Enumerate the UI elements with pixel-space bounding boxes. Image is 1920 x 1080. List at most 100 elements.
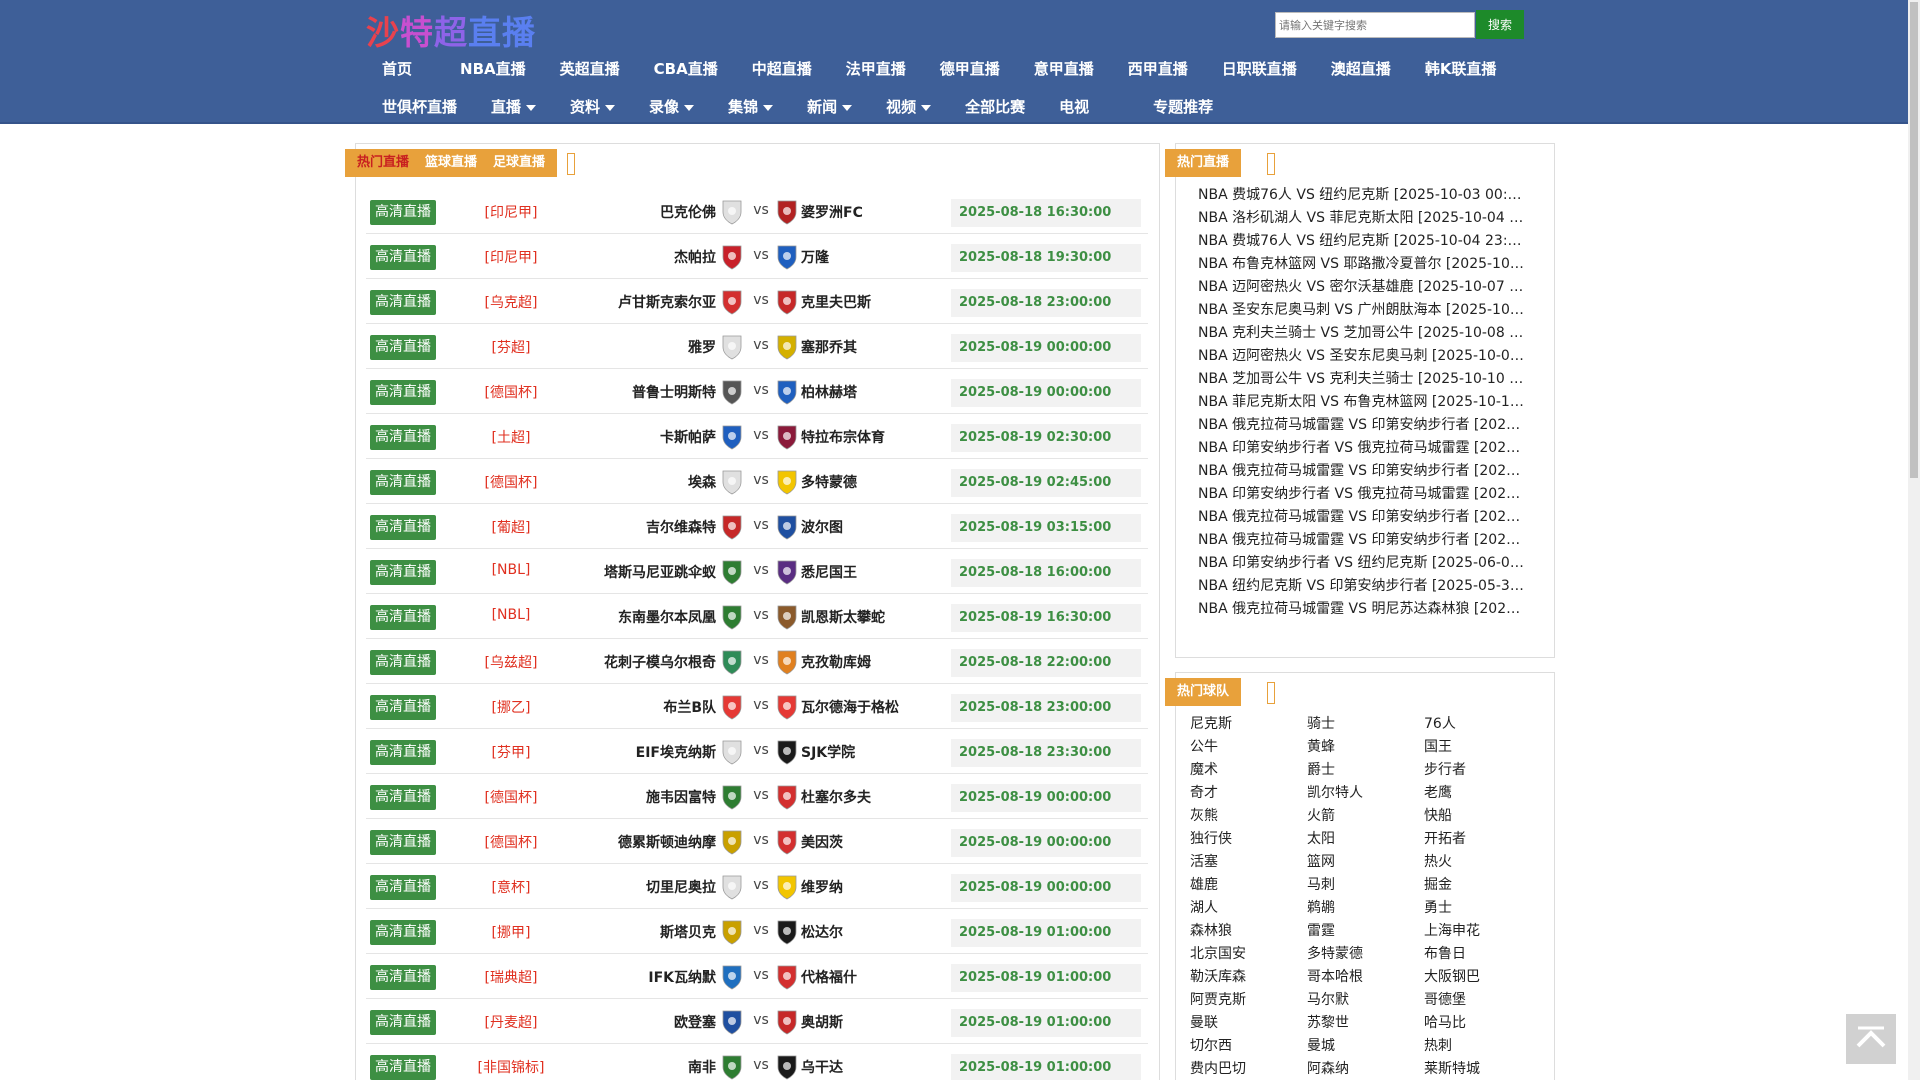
hot-team-link[interactable]: 勒沃库森 xyxy=(1190,966,1307,989)
home-team-logo[interactable] xyxy=(721,1054,743,1080)
hot-team-link[interactable]: 76人 xyxy=(1424,713,1541,736)
away-team-name[interactable]: 多特蒙德 xyxy=(801,472,857,492)
home-team-name[interactable]: 东南墨尔本凤凰 xyxy=(618,607,716,627)
hot-live-item[interactable]: NBA 芝加哥公牛 VS 克利夫兰骑士 [2025-10-10 08:00:00… xyxy=(1198,368,1528,391)
away-team-name[interactable]: 乌干达 xyxy=(801,1057,843,1077)
home-team-name[interactable]: 卢甘斯克索尔亚 xyxy=(618,292,716,312)
away-team-logo[interactable] xyxy=(776,964,798,990)
hot-team-link[interactable]: 国王 xyxy=(1424,736,1541,759)
away-team-name[interactable]: 万隆 xyxy=(801,247,829,267)
hot-team-link[interactable]: 勇士 xyxy=(1424,897,1541,920)
hot-team-link[interactable]: 开拓者 xyxy=(1424,828,1541,851)
hd-live-button[interactable]: 高清直播 xyxy=(370,830,436,855)
nav-link[interactable]: 专题推荐 xyxy=(1153,90,1213,122)
hot-team-link[interactable]: 森林狼 xyxy=(1190,920,1307,943)
home-team-logo[interactable] xyxy=(721,829,743,855)
back-to-top-button[interactable] xyxy=(1846,1014,1896,1064)
away-team-logo[interactable] xyxy=(776,469,798,495)
away-team-name[interactable]: 维罗纳 xyxy=(801,877,843,897)
away-team-logo[interactable] xyxy=(776,244,798,270)
hd-live-button[interactable]: 高清直播 xyxy=(370,1055,436,1080)
hd-live-button[interactable]: 高清直播 xyxy=(370,740,436,765)
nav-link[interactable]: 日职联直播 xyxy=(1222,52,1297,84)
hot-team-link[interactable]: 凯尔特人 xyxy=(1307,782,1424,805)
away-team-name[interactable]: 柏林赫塔 xyxy=(801,382,857,402)
home-team-name[interactable]: 杰帕拉 xyxy=(674,247,716,267)
away-team-name[interactable]: 美因茨 xyxy=(801,832,843,852)
hot-team-link[interactable]: 公牛 xyxy=(1190,736,1307,759)
away-team-name[interactable]: 塞那乔其 xyxy=(801,337,857,357)
hot-team-link[interactable]: 魔术 xyxy=(1190,759,1307,782)
home-team-name[interactable]: 卡斯帕萨 xyxy=(660,427,716,447)
search-button[interactable]: 搜索 xyxy=(1476,10,1524,39)
home-team-logo[interactable] xyxy=(721,334,743,360)
league-label[interactable]: [瑞典超] xyxy=(456,967,566,987)
hot-live-item[interactable]: NBA 俄克拉荷马城雷霆 VS 印第安纳步行者 [2025-06-17 08:3… xyxy=(1198,506,1528,529)
league-label[interactable]: [芬甲] xyxy=(456,742,566,762)
away-team-logo[interactable] xyxy=(776,559,798,585)
hot-team-link[interactable]: 篮网 xyxy=(1307,851,1424,874)
home-team-logo[interactable] xyxy=(721,514,743,540)
away-team-logo[interactable] xyxy=(776,289,798,315)
league-label[interactable]: [挪甲] xyxy=(456,922,566,942)
page-scrollbar[interactable] xyxy=(1908,0,1920,1080)
away-team-logo[interactable] xyxy=(776,514,798,540)
hd-live-button[interactable]: 高清直播 xyxy=(370,245,436,270)
hot-live-item[interactable]: NBA 印第安纳步行者 VS 俄克拉荷马城雷霆 [2025-06-09 08:0… xyxy=(1198,437,1528,460)
home-team-name[interactable]: EIF埃克纳斯 xyxy=(636,742,716,762)
away-team-logo[interactable] xyxy=(776,739,798,765)
nav-link[interactable]: 西甲直播 xyxy=(1128,52,1188,84)
hot-team-link[interactable]: 步行者 xyxy=(1424,759,1541,782)
nav-link[interactable]: NBA直播 xyxy=(460,52,526,84)
home-team-name[interactable]: 吉尔维森特 xyxy=(646,517,716,537)
hot-live-item[interactable]: NBA 纽约尼克斯 VS 印第安纳步行者 [2025-05-30 08:00:0… xyxy=(1198,575,1528,598)
away-team-name[interactable]: 代格福什 xyxy=(801,967,857,987)
away-team-logo[interactable] xyxy=(776,379,798,405)
home-team-name[interactable]: 德累斯顿迪纳摩 xyxy=(618,832,716,852)
home-team-name[interactable]: 巴克伦佛 xyxy=(660,202,716,222)
away-team-name[interactable]: 瓦尔德海于格松 xyxy=(801,697,899,717)
hot-team-link[interactable]: 活塞 xyxy=(1190,851,1307,874)
away-team-name[interactable]: 克孜勒库姆 xyxy=(801,652,871,672)
hot-live-item[interactable]: NBA 迈阿密热火 VS 圣安东尼奥马刺 [2025-10-09 07:00:0… xyxy=(1198,345,1528,368)
hot-live-item[interactable]: NBA 俄克拉荷马城雷霆 VS 印第安纳步行者 [2025-06-23 08:0… xyxy=(1198,529,1528,552)
home-team-logo[interactable] xyxy=(721,739,743,765)
away-team-logo[interactable] xyxy=(776,874,798,900)
away-team-name[interactable]: 凯恩斯太攀蛇 xyxy=(801,607,885,627)
nav-link[interactable]: 中超直播 xyxy=(752,52,812,84)
hd-live-button[interactable]: 高清直播 xyxy=(370,875,436,900)
home-team-name[interactable]: 施韦因富特 xyxy=(646,787,716,807)
home-team-name[interactable]: 切里尼奥拉 xyxy=(646,877,716,897)
home-team-logo[interactable] xyxy=(721,379,743,405)
away-team-logo[interactable] xyxy=(776,1009,798,1035)
nav-link[interactable]: 世俱杯直播 xyxy=(382,90,457,122)
league-label[interactable]: [德国杯] xyxy=(456,787,566,807)
away-team-name[interactable]: 杜塞尔多夫 xyxy=(801,787,871,807)
home-team-logo[interactable] xyxy=(721,919,743,945)
nav-link[interactable]: 首页 xyxy=(382,52,412,84)
hot-team-link[interactable]: 费内巴切 xyxy=(1190,1058,1307,1080)
hd-live-button[interactable]: 高清直播 xyxy=(370,515,436,540)
home-team-name[interactable]: 埃森 xyxy=(688,472,716,492)
nav-link[interactable]: 电视 xyxy=(1059,90,1089,122)
nav-link[interactable]: 英超直播 xyxy=(560,52,620,84)
hot-team-link[interactable]: 热火 xyxy=(1424,851,1541,874)
away-team-logo[interactable] xyxy=(776,334,798,360)
league-label[interactable]: [乌兹超] xyxy=(456,652,566,672)
hot-team-link[interactable]: 北京国安 xyxy=(1190,943,1307,966)
hot-team-link[interactable]: 哥德堡 xyxy=(1424,989,1541,1012)
league-label[interactable]: [德国杯] xyxy=(456,472,566,492)
away-team-logo[interactable] xyxy=(776,829,798,855)
home-team-logo[interactable] xyxy=(721,694,743,720)
nav-link[interactable]: 意甲直播 xyxy=(1034,52,1094,84)
home-team-name[interactable]: 花刺子模乌尔根奇 xyxy=(604,652,716,672)
league-label[interactable]: [印尼甲] xyxy=(456,247,566,267)
hot-team-link[interactable]: 马尔默 xyxy=(1307,989,1424,1012)
hot-team-link[interactable]: 哈马比 xyxy=(1424,1012,1541,1035)
hot-team-link[interactable]: 火箭 xyxy=(1307,805,1424,828)
hot-live-item[interactable]: NBA 费城76人 VS 纽约尼克斯 [2025-10-04 23:00:00] xyxy=(1198,230,1528,253)
away-team-name[interactable]: 奥胡斯 xyxy=(801,1012,843,1032)
home-team-name[interactable]: 欧登塞 xyxy=(674,1012,716,1032)
hd-live-button[interactable]: 高清直播 xyxy=(370,425,436,450)
away-team-name[interactable]: 婆罗洲FC xyxy=(801,202,863,222)
